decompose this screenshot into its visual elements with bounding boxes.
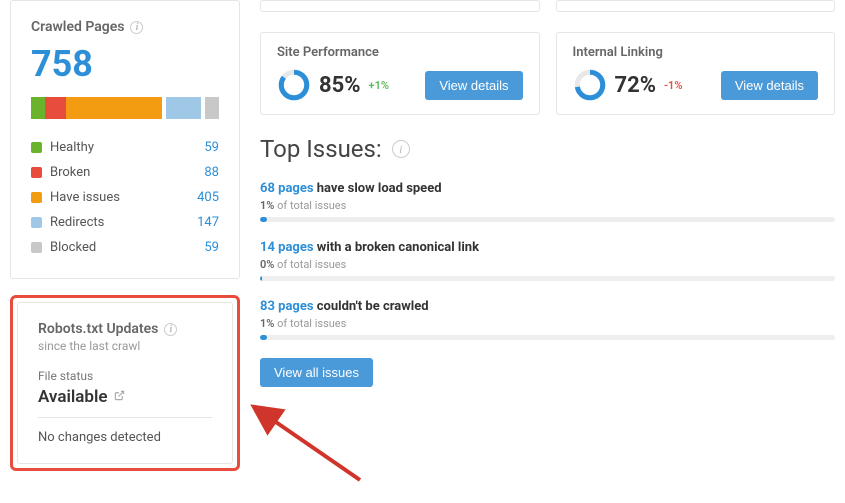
donut-icon — [277, 68, 311, 102]
metric-value: 85% — [319, 73, 361, 98]
info-icon[interactable]: i — [130, 21, 143, 34]
legend-row[interactable]: Have issues405 — [31, 185, 219, 210]
crawled-pages-card: Crawled Pages i 758 Healthy59 Broken88 H… — [10, 0, 240, 279]
external-link-icon — [114, 390, 125, 404]
robots-subtitle: since the last crawl — [38, 339, 212, 353]
metric-delta: -1% — [664, 79, 682, 92]
info-icon[interactable]: i — [164, 323, 177, 336]
top-issues-title: Top Issues: — [260, 135, 382, 163]
legend-row[interactable]: Healthy59 — [31, 135, 219, 160]
view-details-button[interactable]: View details — [721, 71, 818, 100]
metric-delta: +1% — [369, 79, 389, 92]
metric-title: Internal Linking — [573, 45, 819, 60]
donut-icon — [573, 68, 607, 102]
info-icon[interactable]: i — [392, 140, 410, 158]
progress-bar — [260, 276, 835, 281]
placeholder-card — [556, 0, 836, 12]
view-details-button[interactable]: View details — [425, 71, 522, 100]
crawled-bar — [31, 97, 219, 119]
progress-bar — [260, 335, 835, 340]
internal-linking-card: Internal Linking 72% -1% View details — [556, 32, 836, 115]
metric-title: Site Performance — [277, 45, 523, 60]
issue-link[interactable]: 14 pages — [260, 240, 314, 255]
crawled-pages-title: Crawled Pages — [31, 19, 124, 35]
placeholder-card — [260, 0, 540, 12]
crawled-total[interactable]: 758 — [31, 43, 219, 85]
issue-row: 68 pages have slow load speed 1% of tota… — [260, 181, 835, 222]
robots-changes: No changes detected — [38, 430, 212, 445]
robots-card: Robots.txt Updates i since the last craw… — [17, 302, 233, 464]
site-performance-card: Site Performance 85% +1% View details — [260, 32, 540, 115]
legend-row[interactable]: Redirects147 — [31, 210, 219, 235]
issue-row: 14 pages with a broken canonical link 0%… — [260, 240, 835, 281]
progress-bar — [260, 217, 835, 222]
legend: Healthy59 Broken88 Have issues405 Redire… — [31, 135, 219, 260]
issue-link[interactable]: 68 pages — [260, 181, 314, 196]
robots-title: Robots.txt Updates — [38, 321, 158, 337]
highlight-box: Robots.txt Updates i since the last craw… — [10, 295, 240, 471]
legend-row[interactable]: Blocked59 — [31, 235, 219, 260]
issue-row: 83 pages couldn't be crawled 1% of total… — [260, 299, 835, 340]
legend-row[interactable]: Broken88 — [31, 160, 219, 185]
view-all-issues-button[interactable]: View all issues — [260, 358, 373, 387]
file-status-label: File status — [38, 369, 212, 383]
file-status-value[interactable]: Available — [38, 387, 212, 418]
issue-link[interactable]: 83 pages — [260, 299, 314, 314]
metric-value: 72% — [615, 73, 657, 98]
